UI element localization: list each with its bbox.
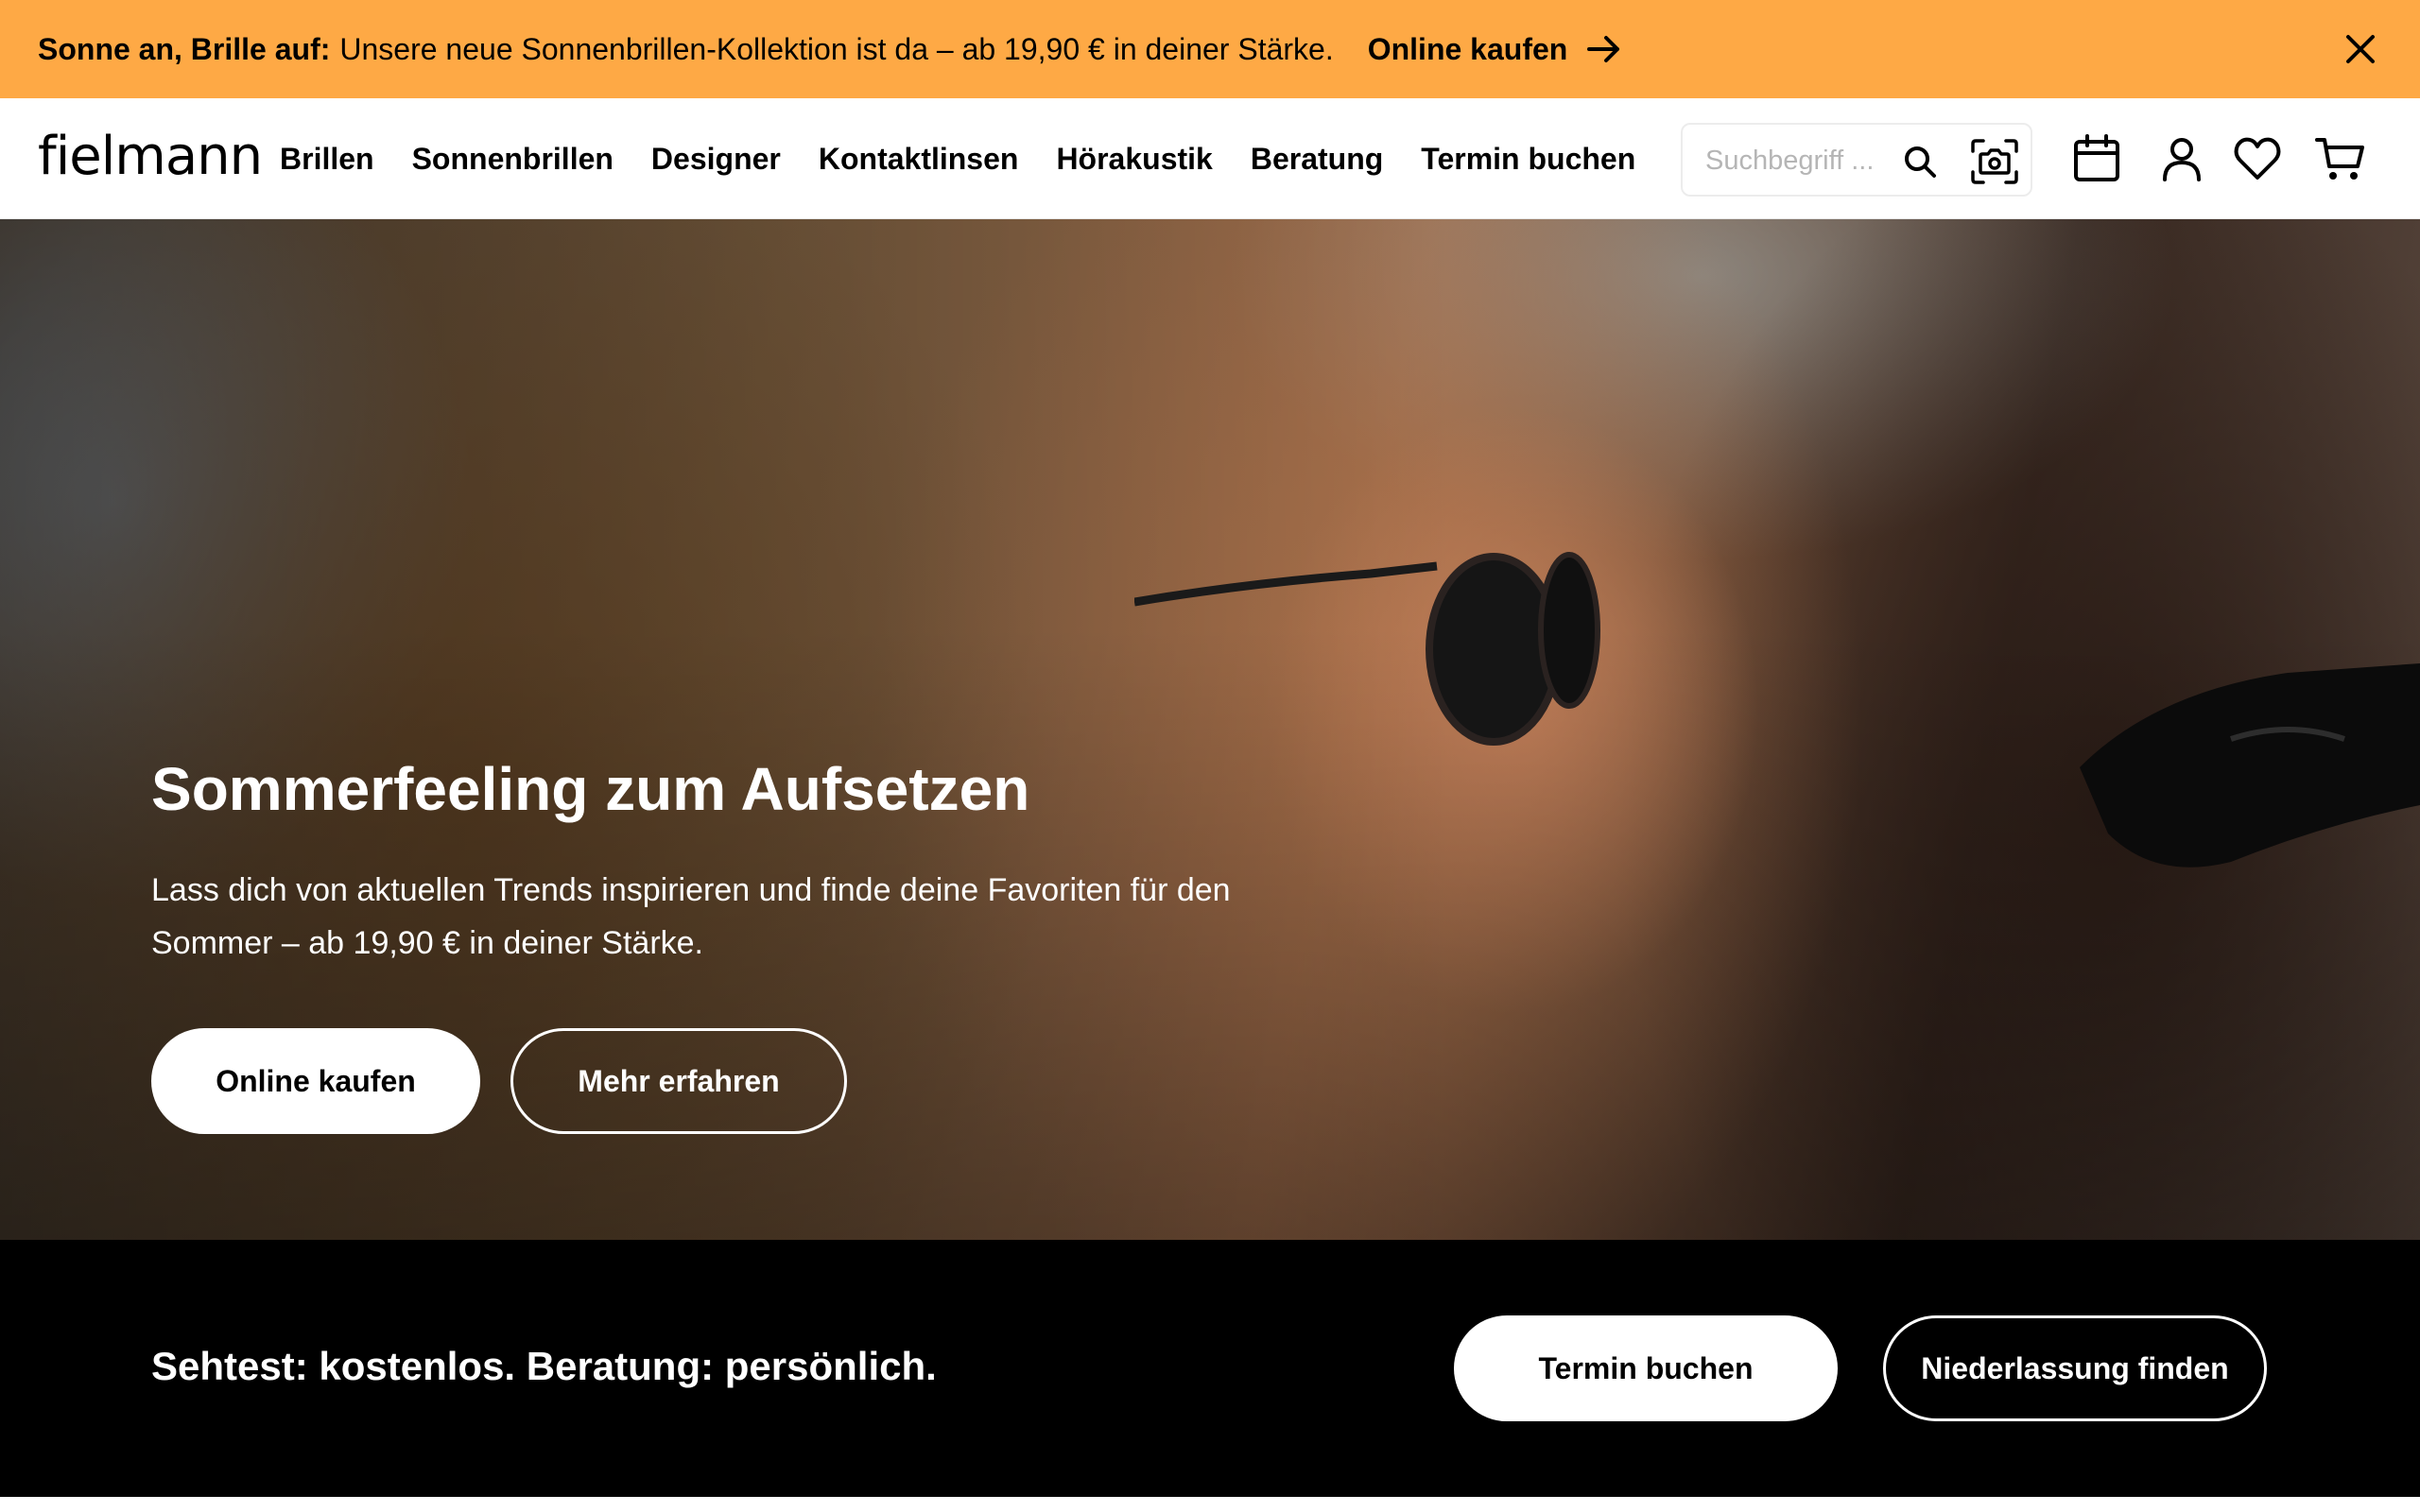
nav-item-brillen[interactable]: Brillen — [280, 142, 374, 177]
nav-item-sonnenbrillen[interactable]: Sonnenbrillen — [412, 142, 614, 177]
promo-online-kaufen-link[interactable]: Online kaufen — [1368, 32, 1623, 67]
nav-item-designer[interactable]: Designer — [651, 142, 781, 177]
service-bar-text: Sehtest: kostenlos. Beratung: persönlich… — [151, 1344, 937, 1388]
nav-item-kontaktlinsen[interactable]: Kontaktlinsen — [819, 142, 1019, 177]
search-input[interactable] — [1705, 142, 1885, 180]
fielmann-logo[interactable]: fielmann — [38, 129, 263, 185]
promo-link-label: Online kaufen — [1367, 31, 1568, 66]
nav-item-beratung[interactable]: Beratung — [1251, 142, 1383, 177]
page-bottom-edge — [0, 1497, 2420, 1512]
niederlassung-finden-button[interactable]: Niederlassung finden — [1883, 1315, 2267, 1421]
termin-buchen-button[interactable]: Termin buchen — [1454, 1315, 1838, 1421]
nav-item-termin-buchen[interactable]: Termin buchen — [1421, 142, 1635, 177]
hero-subtitle: Lass dich von aktuellen Trends inspirier… — [151, 872, 1231, 961]
promo-banner: Sonne an, Brille auf: Unsere neue Sonnen… — [0, 0, 2420, 98]
hero-sunglasses-illustration — [1134, 552, 1600, 746]
arrow-right-icon — [1587, 36, 1620, 62]
site-header: fielmann Brillen Sonnenbrillen Designer … — [0, 98, 2420, 219]
wishlist-heart-icon[interactable] — [2231, 132, 2284, 185]
close-icon[interactable] — [2342, 31, 2378, 67]
promo-headline: Sonne an, Brille auf: — [38, 31, 331, 66]
hero-sunglasses-illustration-2 — [2080, 663, 2420, 868]
hero-mehr-erfahren-button[interactable]: Mehr erfahren — [510, 1028, 847, 1134]
hero-online-kaufen-button[interactable]: Online kaufen — [151, 1028, 480, 1134]
service-bar: Sehtest: kostenlos. Beratung: persönlich… — [0, 1240, 2420, 1497]
search-icon[interactable] — [1902, 144, 1938, 180]
promo-text: Unsere neue Sonnenbrillen-Kollektion ist… — [339, 31, 1334, 66]
hero-title: Sommerfeeling zum Aufsetzen — [151, 755, 1030, 823]
cart-icon[interactable] — [2314, 132, 2367, 185]
main-nav: Brillen Sonnenbrillen Designer Kontaktli… — [280, 98, 1635, 219]
nav-item-hoerakustik[interactable]: Hörakustik — [1056, 142, 1212, 177]
search-box — [1681, 123, 2032, 197]
calendar-icon[interactable] — [2070, 132, 2123, 185]
hero-banner: Sommerfeeling zum Aufsetzen Lass dich vo… — [0, 219, 2420, 1240]
account-icon[interactable] — [2155, 132, 2208, 185]
promo-message: Sonne an, Brille auf: Unsere neue Sonnen… — [38, 0, 1622, 98]
camera-search-icon[interactable] — [1970, 138, 2019, 185]
